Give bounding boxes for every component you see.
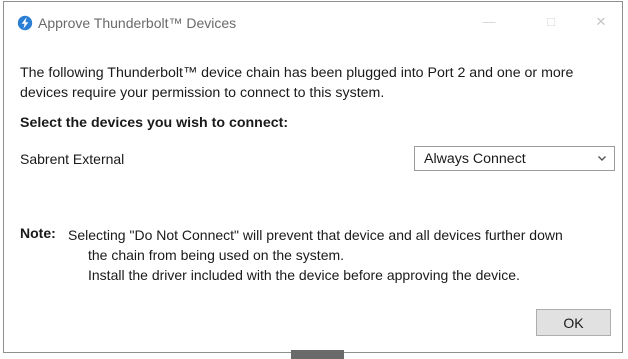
title-bar[interactable]: Approve Thunderbolt™ Devices — □ ✕ (4, 2, 622, 42)
permission-message: The following Thunderbolt™ device chain … (20, 63, 610, 103)
note-line-1: Selecting "Do Not Connect" will prevent … (68, 227, 563, 243)
dropdown-selected-value: Always Connect (424, 151, 526, 167)
chevron-down-icon (598, 156, 606, 161)
note-line-2: the chain from being used on the system. (88, 247, 345, 263)
maximize-button[interactable]: □ (536, 10, 566, 34)
message-line-1: The following Thunderbolt™ device chain … (20, 65, 574, 81)
note-line-3: Install the driver included with the dev… (88, 267, 520, 283)
thunderbolt-icon (17, 15, 33, 31)
note-text: Selecting "Do Not Connect" will prevent … (68, 225, 563, 285)
connection-mode-dropdown[interactable]: Always Connect (414, 146, 615, 171)
message-line-2: devices require your permission to conne… (20, 85, 385, 101)
dialog-window: Approve Thunderbolt™ Devices — □ ✕ The f… (3, 1, 623, 353)
device-name-label: Sabrent External (20, 151, 125, 167)
minimize-button[interactable]: — (474, 10, 504, 34)
bottom-tab-marker (291, 350, 344, 359)
ok-button[interactable]: OK (536, 309, 611, 336)
close-button[interactable]: ✕ (586, 10, 616, 34)
window-title: Approve Thunderbolt™ Devices (38, 15, 237, 31)
select-devices-heading: Select the devices you wish to connect: (20, 115, 289, 131)
note-label: Note: (20, 225, 56, 241)
